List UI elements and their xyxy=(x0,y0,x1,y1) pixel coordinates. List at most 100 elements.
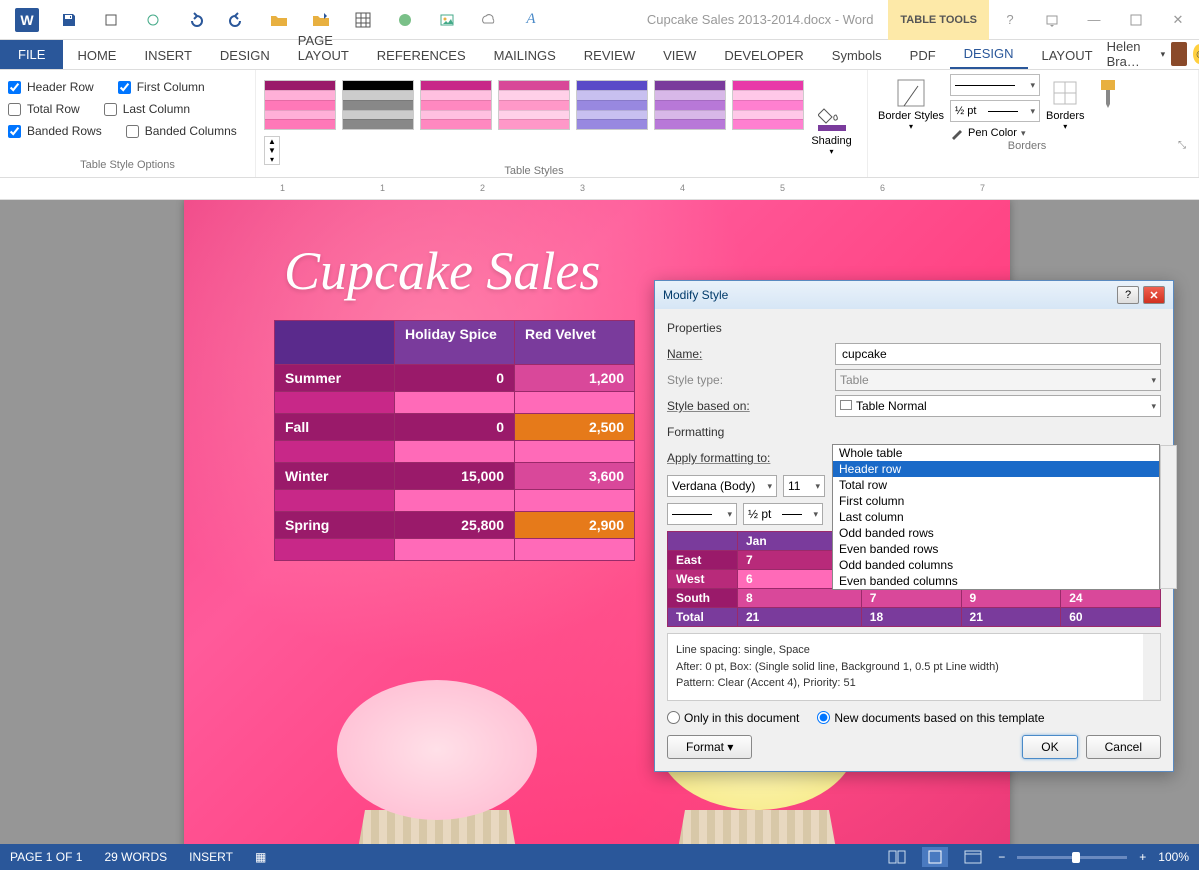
read-mode-button[interactable] xyxy=(884,847,910,867)
cell[interactable]: 2,500 xyxy=(515,414,635,441)
dropdown-item[interactable]: Whole table xyxy=(833,445,1159,461)
table-style-2[interactable] xyxy=(342,80,414,130)
only-this-document-radio[interactable]: Only in this document xyxy=(667,711,799,725)
help-button[interactable]: ? xyxy=(989,1,1031,39)
horizontal-ruler[interactable]: 1 1 2 3 4 5 6 7 xyxy=(0,178,1199,200)
dropdown-item[interactable]: Last column xyxy=(833,509,1159,525)
dropdown-item[interactable]: Header row xyxy=(833,461,1159,477)
font-family-select[interactable]: Verdana (Body)▾ xyxy=(667,475,777,497)
last-column-checkbox[interactable]: Last Column xyxy=(104,102,190,116)
insert-mode[interactable]: INSERT xyxy=(189,850,233,864)
scrollbar[interactable] xyxy=(1143,634,1160,700)
symbols-tab[interactable]: Symbols xyxy=(818,42,896,69)
font-size-select[interactable]: 11▾ xyxy=(783,475,825,497)
table-header-empty[interactable] xyxy=(275,321,395,365)
dialog-titlebar[interactable]: Modify Style ? ✕ xyxy=(655,281,1173,309)
border-styles-button[interactable]: Border Styles▾ xyxy=(876,74,946,140)
table-header[interactable]: Red Velvet xyxy=(515,321,635,365)
ribbon-options-button[interactable] xyxy=(1031,1,1073,39)
cell[interactable]: 2,900 xyxy=(515,512,635,539)
cell[interactable]: 0 xyxy=(395,365,515,392)
table-layout-tab[interactable]: LAYOUT xyxy=(1028,42,1107,69)
row-label[interactable]: Summer xyxy=(275,365,395,392)
cell[interactable]: 15,000 xyxy=(395,463,515,490)
ok-button[interactable]: OK xyxy=(1022,735,1077,759)
banded-columns-checkbox[interactable]: Banded Columns xyxy=(126,124,237,138)
borders-dialog-launcher[interactable]: ⤡ xyxy=(1178,140,1190,154)
scrollbar[interactable] xyxy=(1160,445,1177,589)
banded-rows-checkbox[interactable]: Banded Rows xyxy=(8,124,102,138)
first-column-checkbox[interactable]: First Column xyxy=(118,80,205,94)
table-style-6[interactable] xyxy=(654,80,726,130)
print-preview-button[interactable] xyxy=(90,1,132,39)
review-tab[interactable]: REVIEW xyxy=(570,42,649,69)
cell[interactable]: 1,200 xyxy=(515,365,635,392)
header-row-checkbox[interactable]: Header Row xyxy=(8,80,94,94)
mailings-tab[interactable]: MAILINGS xyxy=(480,42,570,69)
dropdown-item[interactable]: Even banded rows xyxy=(833,541,1159,557)
cell[interactable]: 3,600 xyxy=(515,463,635,490)
zoom-in-button[interactable]: + xyxy=(1139,850,1146,864)
cancel-button[interactable]: Cancel xyxy=(1086,735,1161,759)
borders-button[interactable]: Borders▾ xyxy=(1044,74,1087,140)
dropdown-item[interactable]: Even banded columns xyxy=(833,573,1159,589)
new-documents-radio[interactable]: New documents based on this template xyxy=(817,711,1044,725)
maximize-button[interactable] xyxy=(1115,1,1157,39)
file-tab[interactable]: FILE xyxy=(0,40,63,69)
cell[interactable]: 0 xyxy=(395,414,515,441)
word-count[interactable]: 29 WORDS xyxy=(104,850,167,864)
based-on-select[interactable]: Table Normal▾ xyxy=(835,395,1161,417)
close-button[interactable]: ✕ xyxy=(1157,1,1199,39)
pdf-tab[interactable]: PDF xyxy=(896,42,950,69)
minimize-button[interactable]: — xyxy=(1073,1,1115,39)
style-gallery-scroll[interactable]: ▲▼▾ xyxy=(264,136,280,165)
row-label[interactable]: Winter xyxy=(275,463,395,490)
dropdown-item[interactable]: Odd banded columns xyxy=(833,557,1159,573)
online-pictures-button[interactable] xyxy=(468,1,510,39)
design-tab[interactable]: DESIGN xyxy=(206,42,284,69)
zoom-slider[interactable] xyxy=(1017,856,1127,859)
developer-tab[interactable]: DEVELOPER xyxy=(710,42,817,69)
page-indicator[interactable]: PAGE 1 OF 1 xyxy=(10,850,82,864)
zoom-out-button[interactable]: − xyxy=(998,850,1005,864)
border-painter-button[interactable] xyxy=(1091,74,1125,140)
zoom-level[interactable]: 100% xyxy=(1158,850,1189,864)
shapes-button[interactable] xyxy=(384,1,426,39)
macro-recording-icon[interactable]: ▦ xyxy=(255,850,266,864)
touch-mode-button[interactable] xyxy=(132,1,174,39)
cell[interactable]: 25,800 xyxy=(395,512,515,539)
format-button[interactable]: Format ▾ xyxy=(667,735,752,759)
table-style-4[interactable] xyxy=(498,80,570,130)
user-account[interactable]: Helen Bra…▾ ☺ xyxy=(1107,39,1199,69)
page-layout-tab[interactable]: PAGE LAYOUT xyxy=(284,27,363,69)
dropdown-item[interactable]: Odd banded rows xyxy=(833,525,1159,541)
table-style-3[interactable] xyxy=(420,80,492,130)
print-layout-button[interactable] xyxy=(922,847,948,867)
save-button[interactable] xyxy=(48,1,90,39)
total-row-checkbox[interactable]: Total Row xyxy=(8,102,80,116)
clear-formatting-button[interactable]: A xyxy=(510,1,552,39)
picture-button[interactable] xyxy=(426,1,468,39)
border-line-style[interactable]: ▾ xyxy=(950,74,1040,96)
undo-button[interactable] xyxy=(174,1,216,39)
dialog-help-button[interactable]: ? xyxy=(1117,286,1139,304)
pen-color-button[interactable]: Pen Color▾ xyxy=(950,126,1040,140)
border-style-select[interactable]: ▾ xyxy=(667,503,737,525)
row-label[interactable]: Fall xyxy=(275,414,395,441)
apply-formatting-dropdown[interactable]: Whole table Header row Total row First c… xyxy=(832,444,1160,590)
table-style-5[interactable] xyxy=(576,80,648,130)
border-line-width[interactable]: ½ pt▾ xyxy=(950,100,1040,122)
web-layout-button[interactable] xyxy=(960,847,986,867)
redo-button[interactable] xyxy=(216,1,258,39)
style-name-input[interactable] xyxy=(835,343,1161,365)
table-design-tab[interactable]: DESIGN xyxy=(950,40,1028,69)
shading-button[interactable]: Shading▾ xyxy=(804,74,859,173)
insert-tab[interactable]: INSERT xyxy=(130,42,205,69)
dropdown-item[interactable]: Total row xyxy=(833,477,1159,493)
table-style-7[interactable] xyxy=(732,80,804,130)
table-header[interactable]: Holiday Spice xyxy=(395,321,515,365)
sales-table[interactable]: Holiday Spice Red Velvet Summer01,200 Fa… xyxy=(274,320,635,561)
dialog-close-button[interactable]: ✕ xyxy=(1143,286,1165,304)
home-tab[interactable]: HOME xyxy=(63,42,130,69)
border-width-select[interactable]: ½ pt▾ xyxy=(743,503,823,525)
